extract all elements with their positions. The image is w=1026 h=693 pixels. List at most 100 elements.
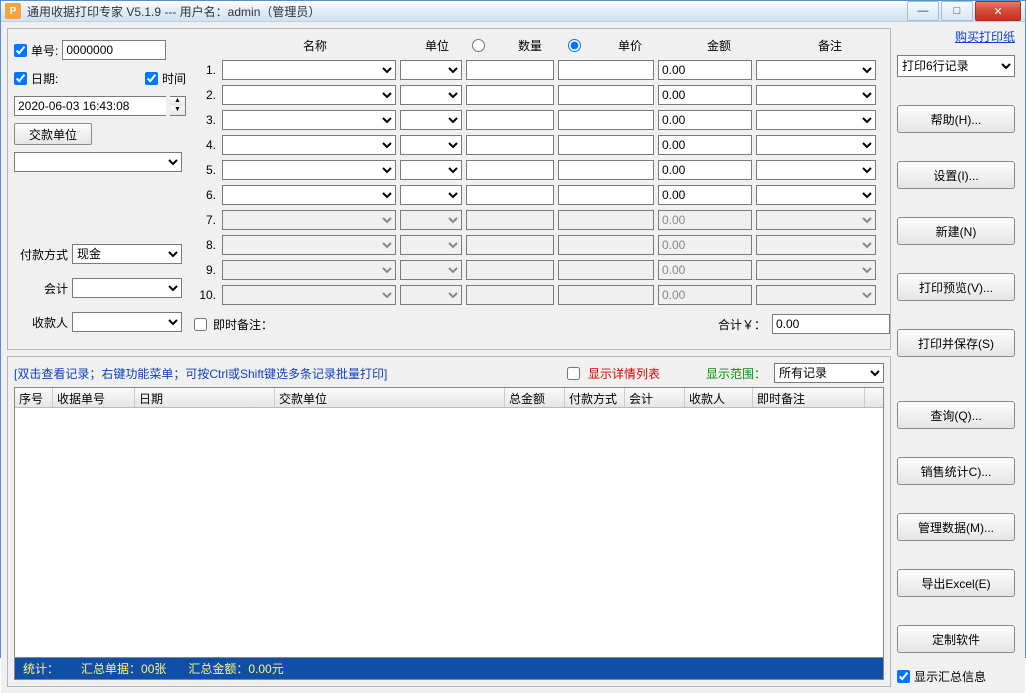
- remark-combo[interactable]: [756, 160, 876, 180]
- close-button[interactable]: ✕: [975, 1, 1021, 21]
- export-excel-button[interactable]: 导出Excel(E): [897, 569, 1015, 597]
- remark-combo: [756, 260, 876, 280]
- help-button[interactable]: 帮助(H)...: [897, 105, 1015, 133]
- remark-combo: [756, 235, 876, 255]
- table-column-header[interactable]: 收款人: [685, 388, 753, 407]
- minimize-button[interactable]: —: [907, 1, 939, 21]
- unit-combo[interactable]: [400, 60, 462, 80]
- qty-input[interactable]: [466, 160, 554, 180]
- price-input: [558, 210, 654, 230]
- price-input[interactable]: [558, 185, 654, 205]
- amount-input[interactable]: [658, 60, 752, 80]
- price-input[interactable]: [558, 85, 654, 105]
- order-no-input[interactable]: [62, 40, 166, 60]
- settings-button[interactable]: 设置(I)...: [897, 161, 1015, 189]
- time-checkbox[interactable]: [145, 72, 158, 85]
- accountant-combo[interactable]: [72, 278, 182, 298]
- qty-input: [466, 260, 554, 280]
- price-radio[interactable]: [568, 39, 581, 52]
- remark-combo[interactable]: [756, 85, 876, 105]
- price-input[interactable]: [558, 60, 654, 80]
- payer-unit-combo[interactable]: [14, 152, 182, 172]
- name-combo[interactable]: [222, 135, 396, 155]
- item-row: 5.: [194, 159, 890, 181]
- remark-combo: [756, 210, 876, 230]
- name-combo[interactable]: [222, 110, 396, 130]
- unit-combo[interactable]: [400, 110, 462, 130]
- datetime-input[interactable]: [14, 96, 166, 116]
- remark-combo[interactable]: [756, 60, 876, 80]
- titlebar: P 通用收据打印专家 V5.1.9 --- 用户名：admin（管理员） — □…: [1, 1, 1025, 22]
- row-number: 1.: [194, 63, 218, 77]
- date-checkbox[interactable]: [14, 72, 27, 85]
- table-column-header[interactable]: 收据单号: [53, 388, 135, 407]
- show-detail-checkbox[interactable]: [567, 367, 580, 380]
- maximize-button[interactable]: □: [941, 1, 973, 21]
- datetime-spinner[interactable]: ▲▼: [170, 96, 186, 116]
- row-number: 10.: [194, 288, 218, 302]
- unit-combo[interactable]: [400, 85, 462, 105]
- unit-combo[interactable]: [400, 135, 462, 155]
- table-column-header[interactable]: 交款单位: [275, 388, 505, 407]
- qty-input[interactable]: [466, 185, 554, 205]
- name-combo[interactable]: [222, 160, 396, 180]
- col-remark: 备注: [770, 37, 890, 54]
- remark-combo[interactable]: [756, 135, 876, 155]
- unit-combo: [400, 235, 462, 255]
- remark-combo[interactable]: [756, 185, 876, 205]
- price-input[interactable]: [558, 160, 654, 180]
- unit-combo[interactable]: [400, 160, 462, 180]
- print-save-button[interactable]: 打印并保存(S): [897, 329, 1015, 357]
- table-column-header[interactable]: 付款方式: [565, 388, 625, 407]
- amount-input[interactable]: [658, 135, 752, 155]
- new-button[interactable]: 新建(N): [897, 217, 1015, 245]
- total-input[interactable]: [772, 314, 890, 334]
- buy-paper-link[interactable]: 购买打印纸: [897, 28, 1015, 45]
- sales-stats-button[interactable]: 销售统计C)...: [897, 457, 1015, 485]
- manage-data-button[interactable]: 管理数据(M)...: [897, 513, 1015, 541]
- qty-input[interactable]: [466, 60, 554, 80]
- app-icon: P: [5, 3, 21, 19]
- qty-input[interactable]: [466, 135, 554, 155]
- table-column-header[interactable]: 序号: [15, 388, 53, 407]
- order-no-checkbox[interactable]: [14, 44, 27, 57]
- name-combo[interactable]: [222, 185, 396, 205]
- table-column-header[interactable]: 日期: [135, 388, 275, 407]
- records-table[interactable]: 序号收据单号日期交款单位总金额付款方式会计收款人即时备注: [14, 387, 884, 658]
- custom-software-button[interactable]: 定制软件: [897, 625, 1015, 653]
- pay-method-combo[interactable]: 现金: [72, 244, 182, 264]
- pay-method-label: 付款方式: [14, 246, 68, 263]
- unit-combo[interactable]: [400, 185, 462, 205]
- col-qty: 数量: [496, 37, 564, 54]
- amount-input[interactable]: [658, 110, 752, 130]
- print-preview-button[interactable]: 打印预览(V)...: [897, 273, 1015, 301]
- amount-input[interactable]: [658, 160, 752, 180]
- show-summary-checkbox[interactable]: [897, 670, 910, 683]
- table-column-header[interactable]: 即时备注: [753, 388, 865, 407]
- cashier-combo[interactable]: [72, 312, 182, 332]
- table-column-header[interactable]: 会计: [625, 388, 685, 407]
- time-label: 时间: [162, 70, 186, 87]
- amount-input: [658, 235, 752, 255]
- price-input[interactable]: [558, 110, 654, 130]
- qty-input: [466, 235, 554, 255]
- amount-input[interactable]: [658, 185, 752, 205]
- instant-remark-checkbox[interactable]: [194, 318, 207, 331]
- entry-panel: 单号: 日期: 时间 ▲▼ 交款单位: [7, 28, 891, 350]
- name-combo[interactable]: [222, 85, 396, 105]
- accountant-label: 会计: [14, 280, 68, 297]
- qty-radio[interactable]: [472, 39, 485, 52]
- range-combo[interactable]: 所有记录: [774, 363, 884, 383]
- print-rows-combo[interactable]: 打印6行记录: [897, 55, 1015, 77]
- amount-input[interactable]: [658, 85, 752, 105]
- table-column-header[interactable]: 总金额: [505, 388, 565, 407]
- name-combo[interactable]: [222, 60, 396, 80]
- row-number: 9.: [194, 263, 218, 277]
- remark-combo[interactable]: [756, 110, 876, 130]
- status-label: 统计：: [23, 660, 59, 677]
- qty-input[interactable]: [466, 85, 554, 105]
- query-button[interactable]: 查询(Q)...: [897, 401, 1015, 429]
- payer-unit-button[interactable]: 交款单位: [14, 123, 92, 145]
- price-input[interactable]: [558, 135, 654, 155]
- qty-input[interactable]: [466, 110, 554, 130]
